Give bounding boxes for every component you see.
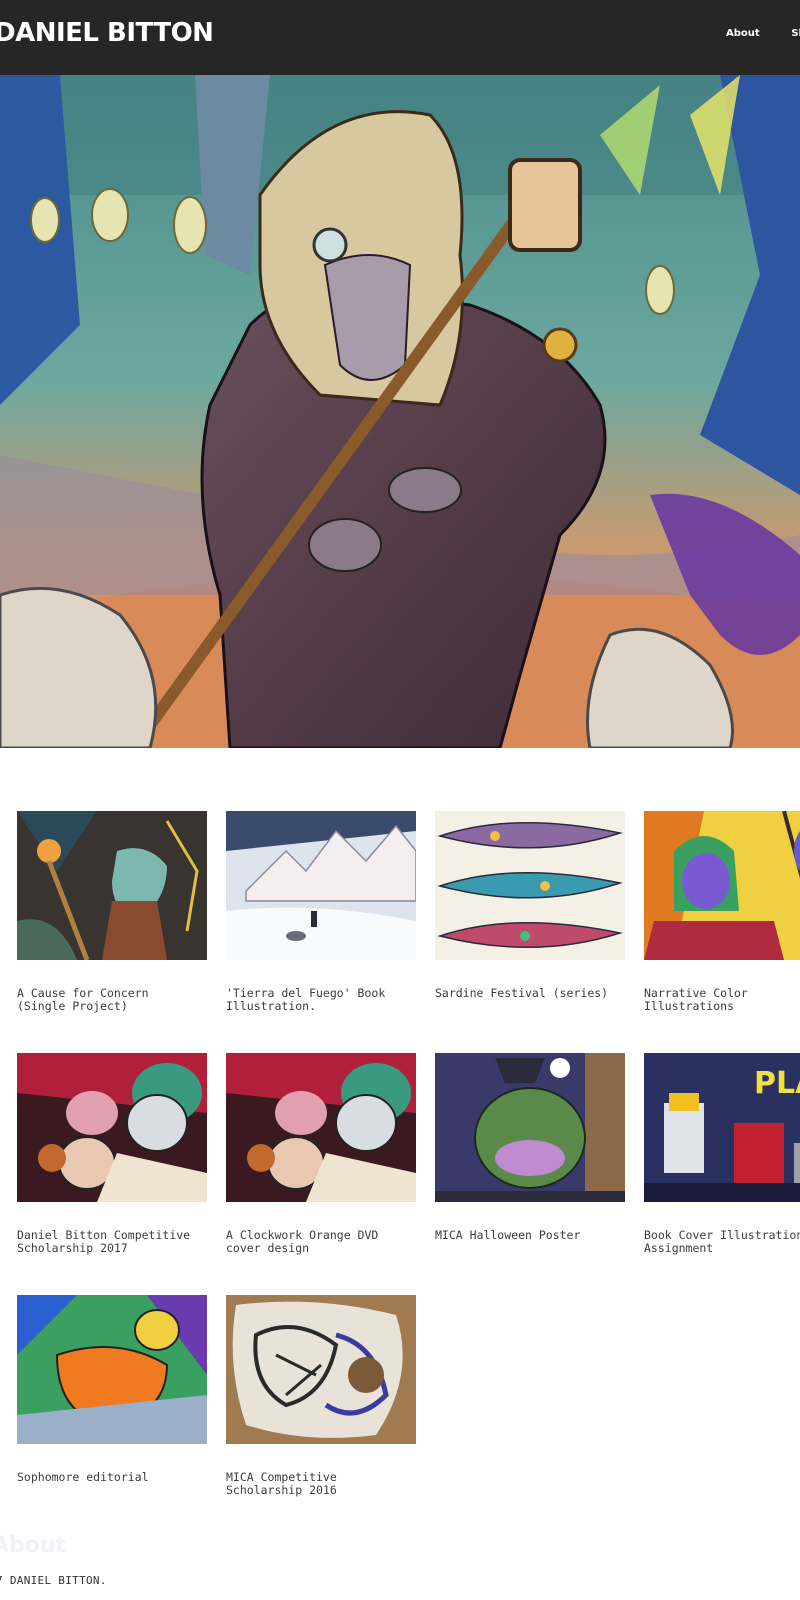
copyright-text: 7 DANIEL BITTON. bbox=[0, 1574, 107, 1587]
project-title[interactable]: Daniel Bitton Competitive Scholarship 20… bbox=[17, 1229, 207, 1255]
project-card[interactable]: Daniel Bitton Competitive Scholarship 20… bbox=[17, 1053, 207, 1255]
project-thumbnail[interactable] bbox=[226, 811, 416, 960]
svg-text:PLA: PLA bbox=[754, 1066, 800, 1101]
project-title[interactable]: A Cause for Concern (Single Project) bbox=[17, 987, 207, 1013]
project-title[interactable]: MICA Competitive Scholarship 2016 bbox=[226, 1471, 416, 1497]
project-title[interactable]: Narrative Color Illustrations bbox=[644, 987, 800, 1013]
site-title[interactable]: DANIEL BITTON bbox=[0, 18, 214, 48]
project-card[interactable]: Narrative Color Illustrations bbox=[644, 811, 800, 1013]
project-title[interactable]: Book Cover Illustration Assignment bbox=[644, 1229, 800, 1255]
project-card[interactable]: 'Tierra del Fuego' Book Illustration. bbox=[226, 811, 416, 1013]
project-card[interactable]: A Cause for Concern (Single Project) bbox=[17, 811, 207, 1013]
project-thumbnail[interactable] bbox=[17, 1295, 207, 1444]
project-card[interactable]: MICA Competitive Scholarship 2016 bbox=[226, 1295, 416, 1497]
project-card[interactable]: MICA Halloween Poster bbox=[435, 1053, 625, 1242]
project-thumbnail[interactable] bbox=[644, 811, 800, 960]
project-title[interactable]: Sardine Festival (series) bbox=[435, 987, 625, 1000]
project-thumbnail[interactable] bbox=[17, 811, 207, 960]
project-thumbnail[interactable] bbox=[226, 1295, 416, 1444]
project-title[interactable]: MICA Halloween Poster bbox=[435, 1229, 625, 1242]
project-title[interactable]: A Clockwork Orange DVD cover design bbox=[226, 1229, 416, 1255]
about-heading: About bbox=[0, 1533, 67, 1558]
nav-link-about[interactable]: About bbox=[726, 28, 760, 39]
project-card[interactable]: A Clockwork Orange DVD cover design bbox=[226, 1053, 416, 1255]
project-card[interactable]: Sardine Festival (series) bbox=[435, 811, 625, 1000]
main-nav: About Sketchbook bbox=[726, 21, 800, 40]
project-thumbnail[interactable] bbox=[435, 811, 625, 960]
site-header: DANIEL BITTON About Sketchbook bbox=[0, 0, 800, 75]
project-title[interactable]: 'Tierra del Fuego' Book Illustration. bbox=[226, 987, 416, 1013]
nav-link-sketchbook[interactable]: Sketchbook bbox=[791, 28, 800, 39]
project-thumbnail[interactable]: PLA bbox=[644, 1053, 800, 1202]
hero-illustration bbox=[0, 75, 800, 748]
project-card[interactable]: PLA Book Cover Illustration Assignment bbox=[644, 1053, 800, 1255]
project-thumbnail[interactable] bbox=[435, 1053, 625, 1202]
project-card[interactable]: Sophomore editorial bbox=[17, 1295, 207, 1484]
project-title[interactable]: Sophomore editorial bbox=[17, 1471, 207, 1484]
project-thumbnail[interactable] bbox=[226, 1053, 416, 1202]
project-thumbnail[interactable] bbox=[17, 1053, 207, 1202]
